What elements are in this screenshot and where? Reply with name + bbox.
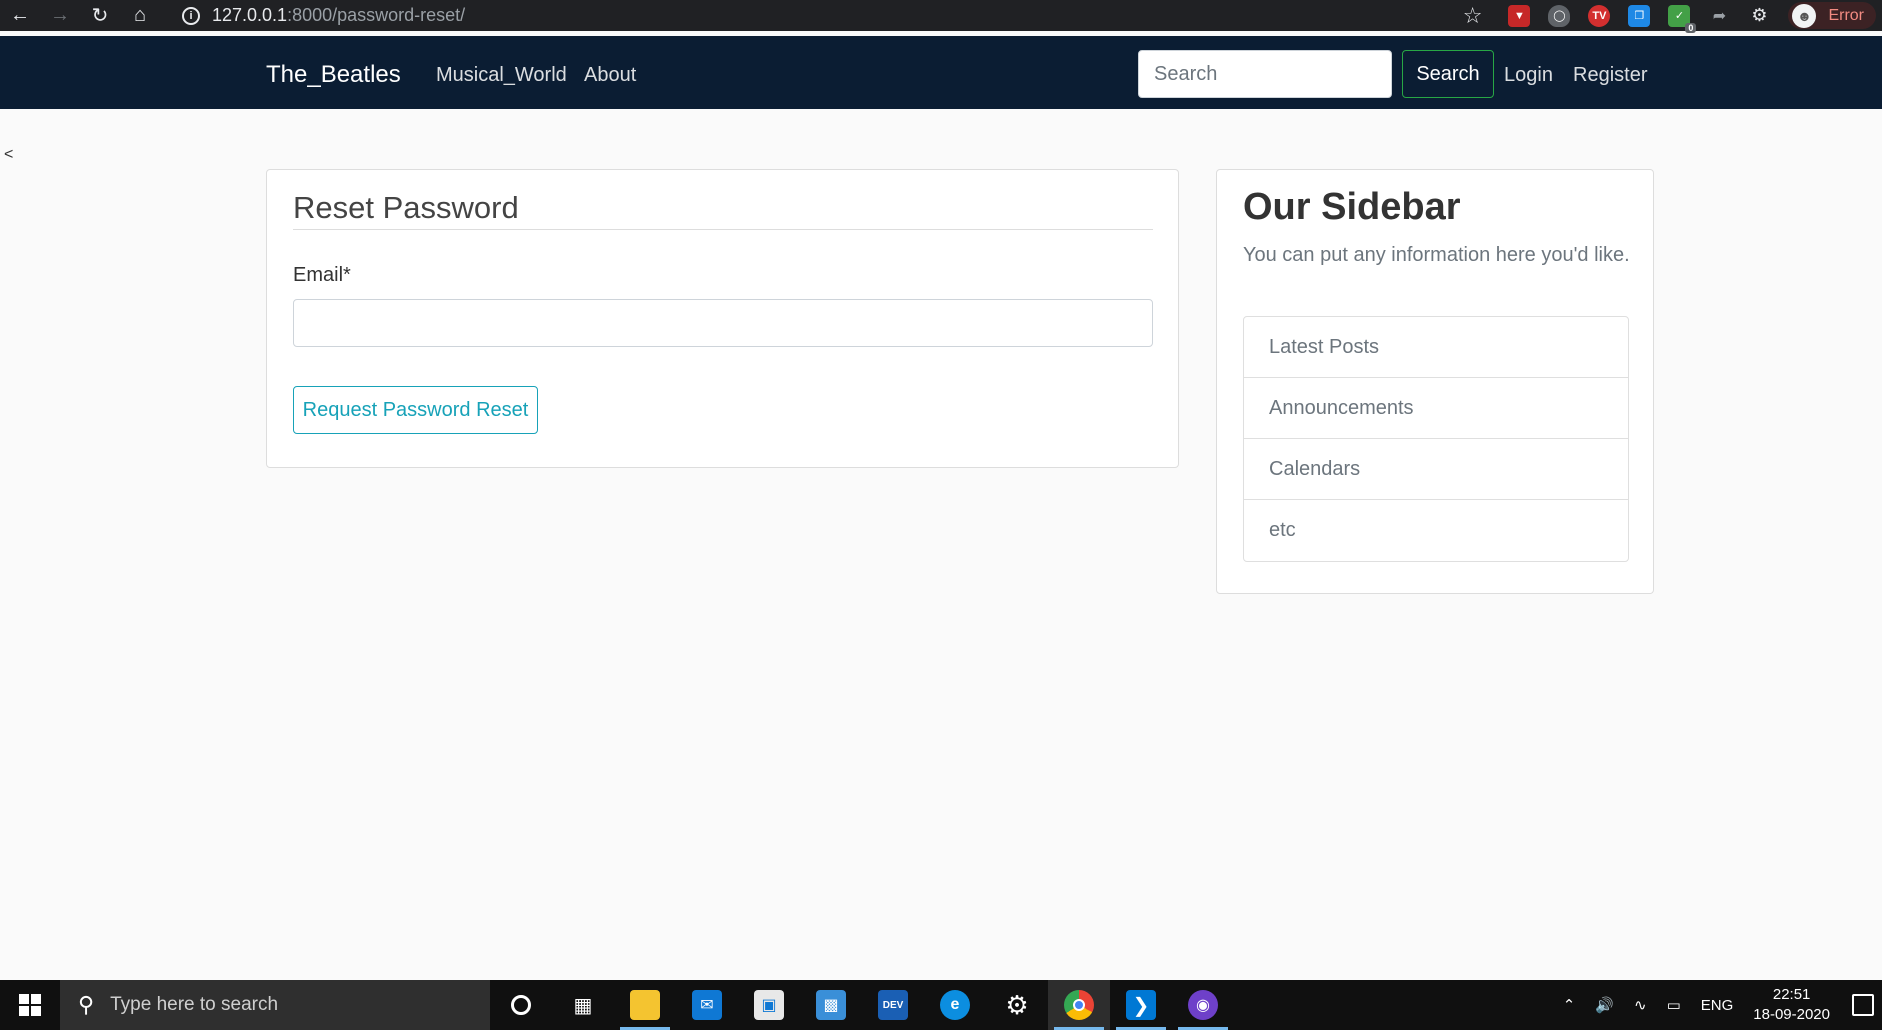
pocket-extension-icon[interactable]: ▼ — [1508, 4, 1531, 27]
task-view-icon[interactable]: ▦ — [552, 980, 614, 1030]
start-button[interactable] — [0, 980, 60, 1030]
wifi-icon[interactable]: ∿ — [1634, 996, 1647, 1014]
sidebar-item-latest-posts[interactable]: Latest Posts — [1244, 317, 1628, 378]
battery-icon[interactable]: ▭ — [1667, 996, 1681, 1014]
reload-icon[interactable]: ↻ — [80, 0, 120, 31]
remote-desktop-icon[interactable]: ▩ — [800, 980, 862, 1030]
sidebar-item-calendars[interactable]: Calendars — [1244, 439, 1628, 500]
tv-extension-icon[interactable]: TV — [1588, 4, 1611, 27]
nav-link-login[interactable]: Login — [1504, 64, 1553, 87]
check-extension-icon[interactable]: ✓ 0 — [1668, 4, 1697, 33]
system-tray: ⌃ 🔊 ∿ ▭ ENG 22:51 18-09-2020 — [1563, 980, 1882, 1030]
profile-button[interactable]: ☻ Error — [1788, 2, 1876, 29]
search-input[interactable] — [1138, 50, 1392, 98]
site-info-icon[interactable]: i — [182, 6, 200, 25]
volume-icon[interactable]: 🔊 — [1595, 996, 1614, 1014]
clock-date: 18-09-2020 — [1753, 1006, 1830, 1023]
vscode-icon[interactable]: ❯ — [1110, 980, 1172, 1030]
back-arrow-icon[interactable]: ← — [0, 0, 40, 31]
sidebar-title: Our Sidebar — [1243, 186, 1461, 228]
mail-icon[interactable]: ✉ — [676, 980, 738, 1030]
notification-icon[interactable] — [1852, 994, 1874, 1016]
email-field[interactable] — [293, 299, 1153, 347]
taskbar: ⚲ Type here to search ▦ ✉ ▣ ▩ DEV e ⚙ ❯ … — [0, 980, 1882, 1030]
search-icon: ⚲ — [78, 992, 95, 1017]
request-password-reset-button[interactable]: Request Password Reset — [293, 386, 538, 434]
search-button[interactable]: Search — [1402, 50, 1494, 98]
file-explorer-icon[interactable] — [614, 980, 676, 1030]
copy-extension-icon[interactable]: ❐ — [1628, 4, 1651, 27]
store-icon[interactable]: ▣ — [738, 980, 800, 1030]
site-navbar: The_Beatles Musical_World About Search L… — [0, 36, 1882, 109]
chevron-up-icon[interactable]: ⌃ — [1563, 996, 1576, 1014]
github-desktop-icon[interactable]: ◉ — [1172, 980, 1234, 1030]
sidebar-item-announcements[interactable]: Announcements — [1244, 378, 1628, 439]
sidebar-list: Latest Posts Announcements Calendars etc — [1243, 316, 1629, 562]
clock[interactable]: 22:51 18-09-2020 — [1753, 985, 1830, 1025]
nav-link-musical-world[interactable]: Musical_World — [436, 64, 567, 87]
email-label: Email* — [293, 264, 351, 286]
bookmark-star-icon[interactable]: ☆ — [1463, 3, 1483, 29]
edge-icon[interactable]: e — [924, 980, 986, 1030]
shield-extension-icon[interactable]: ◯ — [1548, 4, 1571, 27]
nav-link-about[interactable]: About — [584, 64, 636, 87]
clock-time: 22:51 — [1772, 986, 1811, 1003]
brand-link[interactable]: The_Beatles — [266, 61, 401, 89]
puzzle-extensions-icon[interactable]: ⚙ — [1748, 5, 1770, 27]
taskbar-search[interactable]: ⚲ Type here to search — [60, 980, 490, 1030]
chrome-icon[interactable] — [1048, 980, 1110, 1030]
sidebar: Our Sidebar You can put any information … — [1216, 169, 1654, 594]
nav-link-register[interactable]: Register — [1573, 64, 1647, 87]
sidebar-item-etc[interactable]: etc — [1244, 500, 1628, 561]
profile-status: Error — [1828, 6, 1864, 24]
address-bar[interactable]: i 127.0.0.1 :8000/password-reset/ — [182, 0, 465, 31]
url-host: 127.0.0.1 — [212, 5, 288, 25]
share-extension-icon[interactable]: ➦ — [1708, 5, 1730, 27]
windows-logo-icon — [19, 994, 41, 1016]
cortana-icon[interactable] — [490, 980, 552, 1030]
url-path: :8000/password-reset/ — [287, 5, 466, 25]
reset-password-card: Reset Password Email* Request Password R… — [266, 169, 1179, 468]
browser-toolbar: ← → ↻ ⌂ i 127.0.0.1 :8000/password-reset… — [0, 0, 1882, 33]
dev-app-icon[interactable]: DEV — [862, 980, 924, 1030]
settings-gear-icon[interactable]: ⚙ — [986, 980, 1048, 1030]
stray-text: < — [4, 146, 14, 163]
language-indicator[interactable]: ENG — [1701, 997, 1734, 1014]
sidebar-description: You can put any information here you'd l… — [1243, 244, 1630, 266]
avatar-icon: ☻ — [1792, 3, 1817, 28]
home-icon[interactable]: ⌂ — [120, 0, 160, 31]
extension-badge: 0 — [1685, 22, 1697, 33]
form-legend: Reset Password — [293, 190, 1153, 230]
taskbar-search-placeholder: Type here to search — [110, 994, 279, 1015]
forward-arrow-icon[interactable]: → — [40, 0, 80, 31]
